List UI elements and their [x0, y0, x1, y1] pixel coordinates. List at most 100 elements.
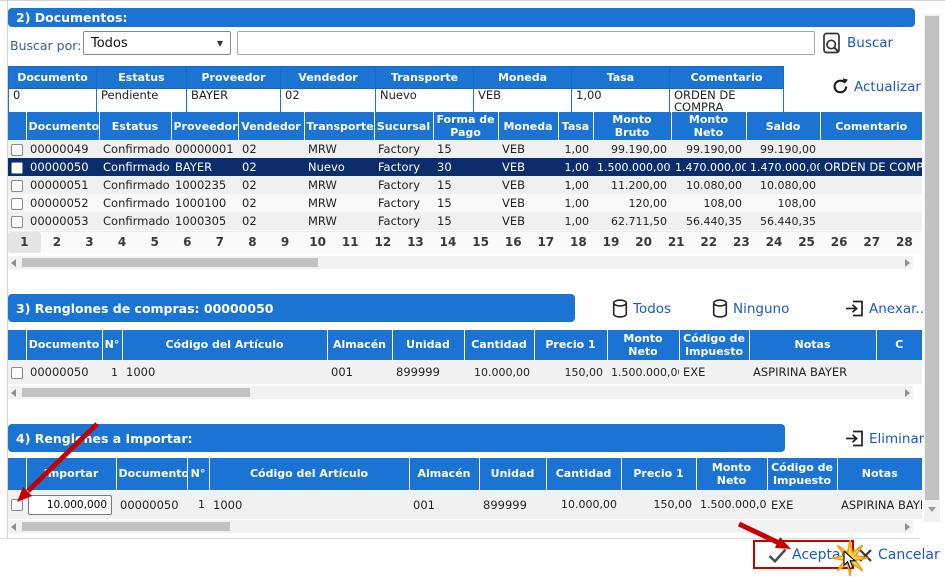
- actualizar-button[interactable]: Actualizar: [832, 78, 921, 95]
- cell: 1.470.000,00: [671, 158, 746, 176]
- buscar-button[interactable]: Buscar: [822, 32, 893, 54]
- page-number[interactable]: 22: [692, 232, 725, 253]
- section4-title: 4) Renglones a Importar:: [8, 424, 785, 452]
- cell-moneda: VEB: [474, 89, 572, 115]
- importar-quantity-input[interactable]: [28, 495, 112, 515]
- page-number[interactable]: 24: [758, 232, 791, 253]
- import-line-row[interactable]: 00000050 1 1000 001 899999 10.000,00 150…: [8, 490, 922, 519]
- page-number[interactable]: 23: [725, 232, 758, 253]
- page-number[interactable]: 5: [138, 232, 171, 253]
- cell: 56.440,35: [746, 212, 820, 230]
- search-icon: [822, 32, 842, 54]
- page-number[interactable]: 9: [269, 232, 302, 253]
- documents-hscrollbar[interactable]: [8, 256, 913, 269]
- row-checkbox[interactable]: [11, 180, 23, 192]
- col-header: Cantidad: [546, 458, 621, 490]
- scroll-left-arrow[interactable]: [11, 523, 16, 531]
- row-checkbox[interactable]: [11, 367, 23, 379]
- page-number[interactable]: 12: [367, 232, 400, 253]
- page-number[interactable]: 1: [8, 232, 41, 253]
- row-checkbox[interactable]: [11, 162, 23, 174]
- col-header-checkbox: [8, 458, 26, 490]
- page-number[interactable]: 25: [790, 232, 823, 253]
- page-vscrollbar[interactable]: [924, 14, 940, 522]
- table-row[interactable]: 00000050 Confirmado BAYER 02 Nuevo Facto…: [8, 158, 922, 176]
- page-number[interactable]: 19: [595, 232, 628, 253]
- scrollbar-thumb[interactable]: [22, 258, 318, 267]
- cell-documento: 00000050: [26, 360, 102, 384]
- page-number[interactable]: 4: [106, 232, 139, 253]
- scroll-left-arrow[interactable]: [11, 389, 16, 397]
- page-number[interactable]: 11: [334, 232, 367, 253]
- row-checkbox[interactable]: [11, 216, 23, 228]
- page-number[interactable]: 2: [41, 232, 74, 253]
- scroll-left-arrow[interactable]: [11, 259, 16, 267]
- table-row[interactable]: 00000051 Confirmado 1000235 02 MRW Facto…: [8, 176, 922, 194]
- page-number[interactable]: 14: [432, 232, 465, 253]
- page-number[interactable]: 18: [562, 232, 595, 253]
- cell: Nuevo: [304, 158, 374, 176]
- cell: 15: [433, 194, 498, 212]
- scrollbar-thumb[interactable]: [925, 16, 939, 500]
- scroll-right-arrow[interactable]: [905, 523, 910, 531]
- import-lines-hscrollbar[interactable]: [8, 520, 913, 533]
- eliminar-button[interactable]: Eliminar...: [845, 429, 936, 448]
- search-field-select[interactable]: Todos ▼: [83, 31, 231, 55]
- col-header-checkbox: [8, 330, 26, 360]
- search-input[interactable]: [237, 31, 815, 55]
- cancelar-button[interactable]: Cancelar: [858, 547, 940, 563]
- page-number[interactable]: 16: [497, 232, 530, 253]
- col-header: Documento: [26, 112, 99, 140]
- page-number[interactable]: 21: [660, 232, 693, 253]
- page-number[interactable]: 8: [236, 232, 269, 253]
- table-row[interactable]: 00000053 Confirmado 1000305 02 MRW Facto…: [8, 212, 922, 230]
- scrollbar-thumb[interactable]: [22, 522, 230, 531]
- documents-dialog: 2) Documentos: Buscar por: Todos ▼ Busca…: [0, 0, 945, 577]
- row-checkbox[interactable]: [11, 198, 23, 210]
- aceptar-button[interactable]: Aceptar: [768, 547, 846, 563]
- page-number[interactable]: 20: [627, 232, 660, 253]
- cell: Factory: [374, 194, 433, 212]
- todos-button[interactable]: Todos: [612, 299, 671, 318]
- cell: 00000049: [26, 140, 99, 158]
- table-row[interactable]: 00000049 Confirmado 00000001 02 MRW Fact…: [8, 140, 922, 158]
- pagination: 1234567891011121314151617181920212223242…: [8, 231, 922, 253]
- cell: 108,00: [746, 194, 820, 212]
- cell: VEB: [498, 194, 558, 212]
- table-row[interactable]: 00000052 Confirmado 1000100 02 MRW Facto…: [8, 194, 922, 212]
- col-header: Vendedor: [238, 112, 304, 140]
- row-checkbox[interactable]: [11, 144, 23, 156]
- page-number[interactable]: 26: [823, 232, 856, 253]
- scroll-down-arrow[interactable]: [928, 507, 936, 516]
- page-number[interactable]: 27: [855, 232, 888, 253]
- scrollbar-thumb[interactable]: [22, 388, 250, 397]
- page-number[interactable]: 17: [530, 232, 563, 253]
- col-header: Sucursal: [374, 112, 433, 140]
- page-number[interactable]: 15: [464, 232, 497, 253]
- cell: [820, 140, 922, 158]
- anexar-button[interactable]: Anexar...: [845, 299, 928, 318]
- scroll-right-arrow[interactable]: [905, 389, 910, 397]
- purchase-line-row[interactable]: 00000050 1 1000 001 899999 10.000,00 150…: [8, 360, 922, 384]
- page-number[interactable]: 3: [73, 232, 106, 253]
- col-header-checkbox: [8, 112, 26, 140]
- scroll-right-arrow[interactable]: [905, 259, 910, 267]
- col-header: C: [876, 330, 922, 360]
- page-number[interactable]: 10: [301, 232, 334, 253]
- col-header: Almacén: [327, 330, 392, 360]
- page-number[interactable]: 13: [399, 232, 432, 253]
- cell: 15: [433, 212, 498, 230]
- cell: VEB: [498, 212, 558, 230]
- col-header: Código de Impuesto: [767, 458, 837, 490]
- ninguno-button[interactable]: Ninguno: [712, 299, 789, 318]
- purchase-lines-hscrollbar[interactable]: [8, 386, 913, 399]
- cell-notas: ASPIRINA BAYER: [749, 360, 876, 384]
- page-number[interactable]: 28: [888, 232, 921, 253]
- cell: 15: [433, 176, 498, 194]
- page-number[interactable]: 7: [204, 232, 237, 253]
- cell-almacen: 001: [409, 490, 479, 519]
- filter-row[interactable]: 0 Pendiente BAYER 02 Nuevo VEB 1,00 ORDE…: [9, 89, 784, 115]
- page-number[interactable]: 6: [171, 232, 204, 253]
- import-row-checkbox[interactable]: [11, 499, 23, 511]
- col-header: Proveedor: [171, 112, 238, 140]
